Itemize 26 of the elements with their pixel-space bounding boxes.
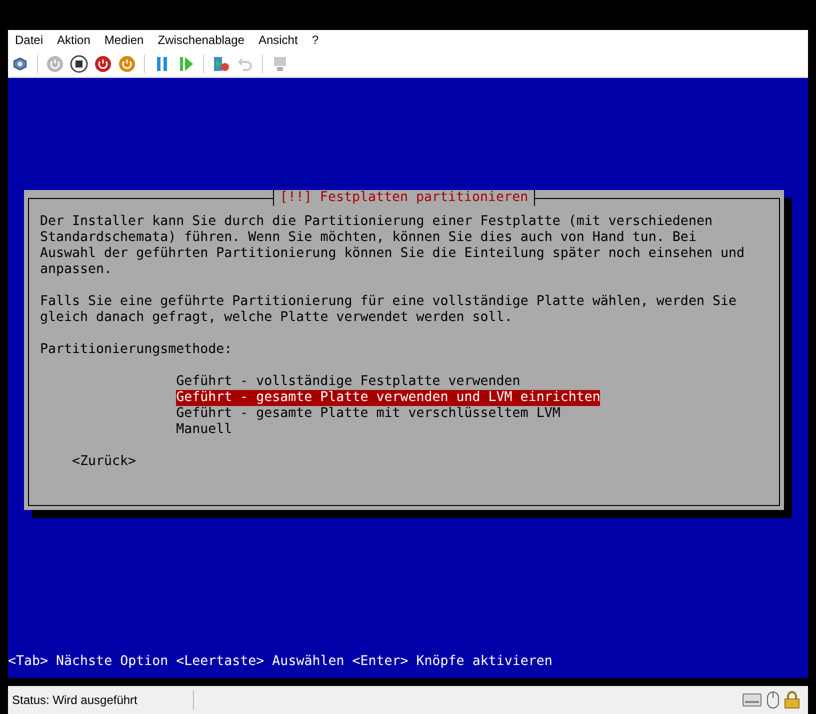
prompt-label: Partitionierungsmethode: — [40, 342, 234, 358]
menu-item[interactable]: ? — [312, 33, 318, 47]
paragraph: Der Installer kann Sie durch die Partitionierung einer Festplatte (mit verschiedenen Standardschemata) führen. Wenn Sie möchten, können Sie dies auch von Hand tun. Bei Auswahl der geführten Partitionierung können Sie die Einteilung später noch einsehen und anpassen. — [40, 214, 746, 278]
power-icon[interactable] — [94, 54, 112, 72]
menu-item[interactable]: Zwischenablage — [158, 33, 244, 47]
settings-icon[interactable] — [11, 54, 29, 72]
menu-item[interactable]: Ansicht — [258, 33, 298, 47]
paragraph: Falls Sie eine geführte Partitionierung für eine vollständige Platte wählen, werden Sie gleich danach gefragt, welche Platte verwendet werden soll. — [40, 294, 738, 326]
stop-icon[interactable] — [70, 54, 88, 72]
key-hint: <Tab> Nächste Option <Leertaste> Auswählen <Enter> Knöpfe aktivieren — [8, 654, 554, 671]
back-button[interactable]: <Zurück> — [72, 454, 136, 469]
option-item[interactable]: Manuell — [176, 422, 232, 438]
computer-icon[interactable] — [271, 54, 289, 72]
keyboard-icon — [742, 692, 762, 708]
status-text: Status: Wird ausgeführt — [12, 690, 194, 710]
power-icon[interactable] — [118, 54, 136, 72]
menu-item[interactable]: Medien — [104, 33, 144, 47]
menu-item[interactable]: Datei — [15, 33, 44, 47]
option-item[interactable]: Geführt - vollständige Festplatte verwenden — [176, 374, 520, 390]
play-icon[interactable] — [177, 54, 195, 72]
mouse-icon — [766, 691, 780, 709]
option-item[interactable]: Geführt - gesamte Platte verwenden und LVM einrichten — [176, 390, 600, 406]
option-item[interactable]: Geführt - gesamte Platte mit verschlüsseltem LVM — [176, 406, 560, 422]
dialog-title: [!!] Festplatten partitionieren — [272, 190, 536, 206]
lock-icon — [784, 691, 800, 709]
menu-item[interactable]: Aktion — [57, 33, 90, 47]
